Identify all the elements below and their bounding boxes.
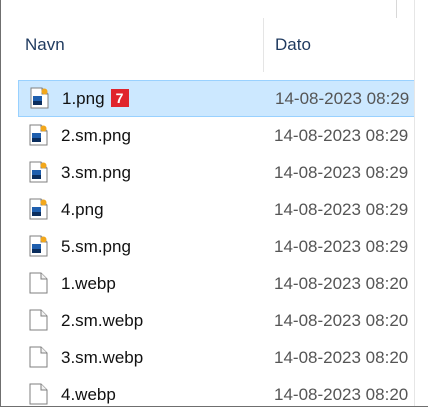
image-file-icon (29, 235, 48, 257)
document-file-icon (29, 272, 48, 294)
image-file-icon (30, 87, 49, 109)
document-file-icon (29, 383, 48, 405)
column-divider (396, 0, 397, 18)
file-row[interactable]: 3.sm.webp 14-08-2023 08:20 (1, 339, 415, 376)
document-file-icon (29, 346, 48, 368)
file-name: 2.sm.webp (61, 311, 144, 330)
file-row[interactable]: 1.png 7 14-08-2023 08:29 (18, 80, 415, 117)
file-date: 14-08-2023 08:29 (274, 126, 409, 145)
file-name: 1.png 7 (62, 80, 129, 117)
file-name: 4.png (61, 200, 104, 219)
column-header-row: Navn Dato (1, 18, 415, 72)
file-name: 4.webp (61, 385, 116, 404)
file-date: 14-08-2023 08:29 (275, 89, 410, 108)
column-header-date[interactable]: Dato (263, 18, 415, 72)
file-row[interactable]: 2.sm.webp 14-08-2023 08:20 (1, 302, 415, 339)
file-row[interactable]: 1.webp 14-08-2023 08:20 (1, 265, 415, 302)
top-strip (1, 0, 428, 18)
file-name: 1.webp (61, 274, 116, 293)
file-name: 3.sm.png (61, 163, 131, 182)
right-pane-edge (414, 0, 428, 406)
file-explorer-window: Navn Dato 1.png 7 14-08-2023 08:29 2.sm.… (0, 0, 428, 407)
file-row[interactable]: 3.sm.png 14-08-2023 08:29 (1, 154, 415, 191)
image-file-icon (29, 124, 48, 146)
file-name: 5.sm.png (61, 237, 131, 256)
file-date: 14-08-2023 08:29 (274, 163, 409, 182)
file-date: 14-08-2023 08:20 (274, 311, 409, 330)
file-row[interactable]: 5.sm.png 14-08-2023 08:29 (1, 228, 415, 265)
file-date: 14-08-2023 08:20 (274, 274, 409, 293)
file-row[interactable]: 4.webp 14-08-2023 08:20 (1, 376, 415, 406)
column-header-name[interactable]: Navn (1, 18, 263, 72)
file-date: 14-08-2023 08:20 (274, 348, 409, 367)
file-name: 3.sm.webp (61, 348, 144, 367)
document-file-icon (29, 309, 48, 331)
file-list: 1.png 7 14-08-2023 08:29 2.sm.png 14-08-2… (1, 80, 415, 406)
file-row[interactable]: 4.png 14-08-2023 08:29 (1, 191, 415, 228)
file-date: 14-08-2023 08:20 (274, 385, 409, 404)
file-row[interactable]: 2.sm.png 14-08-2023 08:29 (1, 117, 415, 154)
annotation-badge: 7 (110, 88, 129, 107)
image-file-icon (29, 161, 48, 183)
file-date: 14-08-2023 08:29 (274, 237, 409, 256)
file-date: 14-08-2023 08:29 (274, 200, 409, 219)
file-name: 2.sm.png (61, 126, 131, 145)
image-file-icon (29, 198, 48, 220)
